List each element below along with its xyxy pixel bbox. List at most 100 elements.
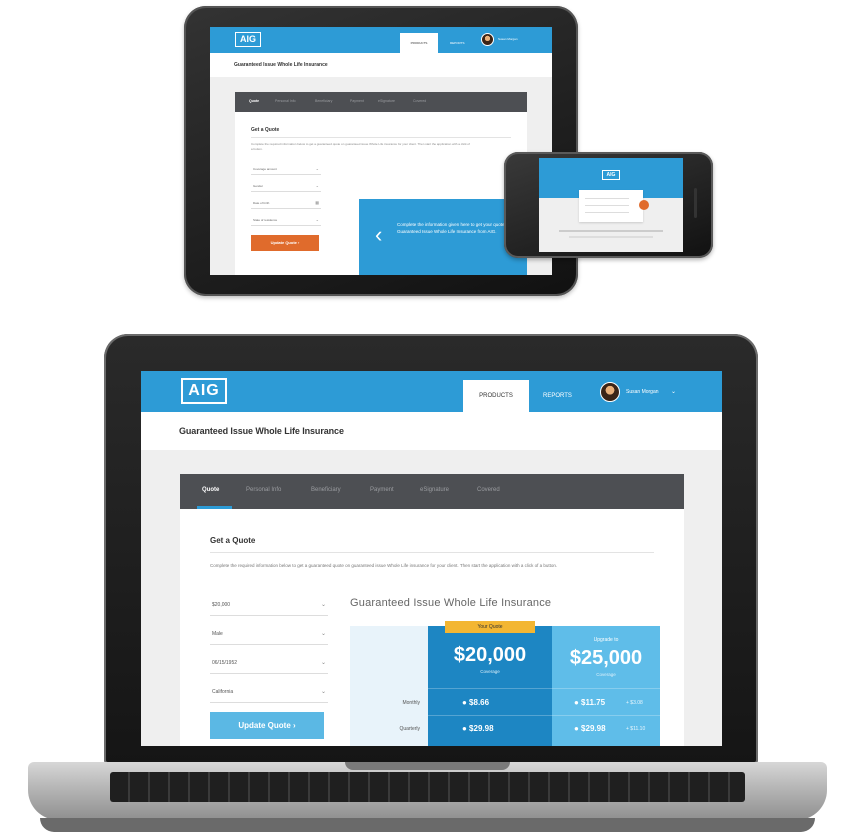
laptop-topbar: AIG PRODUCTS REPORTS Susan Morgan ⌄ bbox=[141, 371, 722, 412]
field-value: Gender bbox=[253, 184, 264, 188]
upgrade-price-monthly: ● $11.75 bbox=[574, 698, 606, 707]
update-quote-button[interactable]: Update Quote › bbox=[251, 235, 319, 251]
step-beneficiary[interactable]: Beneficiary bbox=[315, 99, 332, 103]
price-quarterly: ● $29.98 bbox=[462, 724, 494, 733]
step-quote[interactable]: Quote bbox=[202, 487, 219, 493]
field-value: California bbox=[212, 689, 234, 695]
laptop-screen: AIG PRODUCTS REPORTS Susan Morgan ⌄ Guar… bbox=[141, 371, 722, 746]
upgrade-extra-monthly: + $3.08 bbox=[626, 700, 643, 706]
upgrade-price-quarterly: ● $29.98 bbox=[574, 724, 606, 733]
instructions: Complete the required information below … bbox=[210, 563, 558, 568]
phone-home-button bbox=[694, 188, 697, 218]
step-beneficiary[interactable]: Beneficiary bbox=[311, 487, 341, 493]
footer-line bbox=[569, 236, 653, 238]
price-monthly: ● $8.66 bbox=[462, 698, 490, 707]
field-value: Male bbox=[212, 631, 223, 637]
chevron-down-icon[interactable]: ⌄ bbox=[671, 384, 676, 400]
row-label-monthly: Monthly bbox=[402, 700, 420, 706]
field-value: State of residence bbox=[253, 218, 278, 222]
page-title-bar: Guaranteed Issue Whole Life Insurance bbox=[210, 53, 552, 77]
avatar[interactable] bbox=[600, 382, 620, 402]
quote-card: Quote Personal Info Beneficiary Payment … bbox=[180, 474, 684, 746]
step-esignature[interactable]: eSignature bbox=[420, 487, 449, 493]
step-personal-info[interactable]: Personal Info bbox=[246, 487, 281, 493]
aig-logo[interactable]: AIG bbox=[181, 378, 227, 404]
aig-logo[interactable]: AIG bbox=[602, 170, 620, 180]
chevron-down-icon: ⌄ bbox=[315, 217, 319, 222]
coverage-amount-field[interactable]: Coverage amount ⌄ bbox=[251, 162, 321, 175]
chevron-down-icon: ⌄ bbox=[315, 166, 319, 171]
page-title: Guaranteed Issue Whole Life Insurance bbox=[234, 62, 328, 68]
laptop-foot bbox=[40, 818, 815, 832]
date-of-birth-field[interactable]: Date of birth ▦ bbox=[251, 196, 321, 209]
action-button[interactable] bbox=[639, 200, 649, 210]
footer-line bbox=[559, 230, 663, 232]
step-payment[interactable]: Payment bbox=[350, 99, 364, 103]
active-step-indicator bbox=[197, 506, 232, 509]
form-line bbox=[585, 212, 629, 213]
step-nav: Quote Personal Info Beneficiary Payment … bbox=[235, 92, 527, 112]
info-callout: ‹ Complete the information given here to… bbox=[359, 199, 527, 275]
chevron-down-icon: ⌄ bbox=[320, 660, 326, 666]
step-quote[interactable]: Quote bbox=[249, 99, 259, 103]
gender-field[interactable]: Male ⌄ bbox=[210, 623, 328, 645]
phone-screen: AIG bbox=[539, 158, 683, 252]
coverage-value: $20,000 bbox=[453, 644, 527, 666]
phone-form bbox=[579, 190, 643, 222]
tab-reports[interactable]: REPORTS bbox=[450, 33, 464, 53]
avatar[interactable] bbox=[481, 33, 494, 46]
form-line bbox=[585, 198, 629, 199]
divider bbox=[210, 552, 654, 553]
row-divider bbox=[428, 715, 660, 716]
tab-reports[interactable]: REPORTS bbox=[543, 380, 572, 412]
step-nav: Quote Personal Info Beneficiary Payment … bbox=[180, 474, 684, 509]
tab-products[interactable]: PRODUCTS bbox=[400, 33, 438, 53]
section-heading: Get a Quote bbox=[210, 536, 256, 545]
upgrade-coverage-label: Coverage bbox=[596, 672, 616, 677]
field-value: Date of birth bbox=[253, 201, 270, 205]
chevron-down-icon: ⌄ bbox=[320, 689, 326, 695]
your-quote-badge: Your Quote bbox=[445, 621, 535, 633]
update-quote-button[interactable]: Update Quote › bbox=[210, 712, 324, 739]
field-value: Coverage amount bbox=[253, 167, 277, 171]
field-value: 06/15/1952 bbox=[212, 660, 238, 666]
chevron-down-icon: ⌄ bbox=[320, 631, 326, 637]
instructions: Complete the required information below … bbox=[251, 142, 470, 151]
user-name[interactable]: Susan Morgan bbox=[498, 33, 518, 46]
tab-products[interactable]: PRODUCTS bbox=[463, 380, 529, 412]
calendar-icon: ▦ bbox=[315, 200, 319, 205]
step-covered[interactable]: Covered bbox=[477, 487, 500, 493]
page-title: Guaranteed Issue Whole Life Insurance bbox=[179, 426, 344, 436]
upgrade-label: Upgrade to bbox=[593, 637, 619, 643]
step-covered[interactable]: Covered bbox=[413, 99, 426, 103]
divider bbox=[251, 137, 511, 138]
gender-field[interactable]: Gender ⌄ bbox=[251, 179, 321, 192]
quote-card: Quote Personal Info Beneficiary Payment … bbox=[235, 92, 527, 275]
tablet-screen: AIG PRODUCTS REPORTS Susan Morgan Guaran… bbox=[210, 27, 552, 275]
step-payment[interactable]: Payment bbox=[370, 487, 394, 493]
step-personal-info[interactable]: Personal Info bbox=[275, 99, 296, 103]
state-field[interactable]: California ⌄ bbox=[210, 681, 328, 703]
row-label-quarterly: Quarterly bbox=[399, 726, 420, 732]
row-divider bbox=[428, 688, 660, 689]
coverage-amount-field[interactable]: $20,000 ⌄ bbox=[210, 594, 328, 616]
field-value: $20,000 bbox=[212, 602, 231, 608]
aig-logo[interactable]: AIG bbox=[235, 32, 261, 47]
step-esignature[interactable]: eSignature bbox=[378, 99, 395, 103]
upgrade-extra-quarterly: + $11.10 bbox=[626, 726, 646, 732]
chevron-down-icon: ⌄ bbox=[320, 602, 326, 608]
state-field[interactable]: State of residence ⌄ bbox=[251, 213, 321, 226]
date-of-birth-field[interactable]: 06/15/1952 ⌄ bbox=[210, 652, 328, 674]
coverage-label: Coverage bbox=[480, 669, 500, 674]
upgrade-coverage-value: $25,000 bbox=[569, 647, 643, 669]
section-heading: Get a Quote bbox=[251, 127, 280, 133]
user-name[interactable]: Susan Morgan bbox=[626, 384, 659, 400]
callout-text: Complete the information given here to g… bbox=[397, 222, 512, 234]
tablet-topbar: AIG PRODUCTS REPORTS Susan Morgan bbox=[210, 27, 552, 53]
laptop-keyboard bbox=[110, 772, 745, 802]
quote-title: Guaranteed Issue Whole Life Insurance bbox=[350, 597, 552, 609]
form-line bbox=[585, 205, 629, 206]
chevron-down-icon: ⌄ bbox=[315, 183, 319, 188]
laptop-hinge bbox=[345, 762, 510, 770]
page-title-bar: Guaranteed Issue Whole Life Insurance bbox=[141, 412, 722, 450]
